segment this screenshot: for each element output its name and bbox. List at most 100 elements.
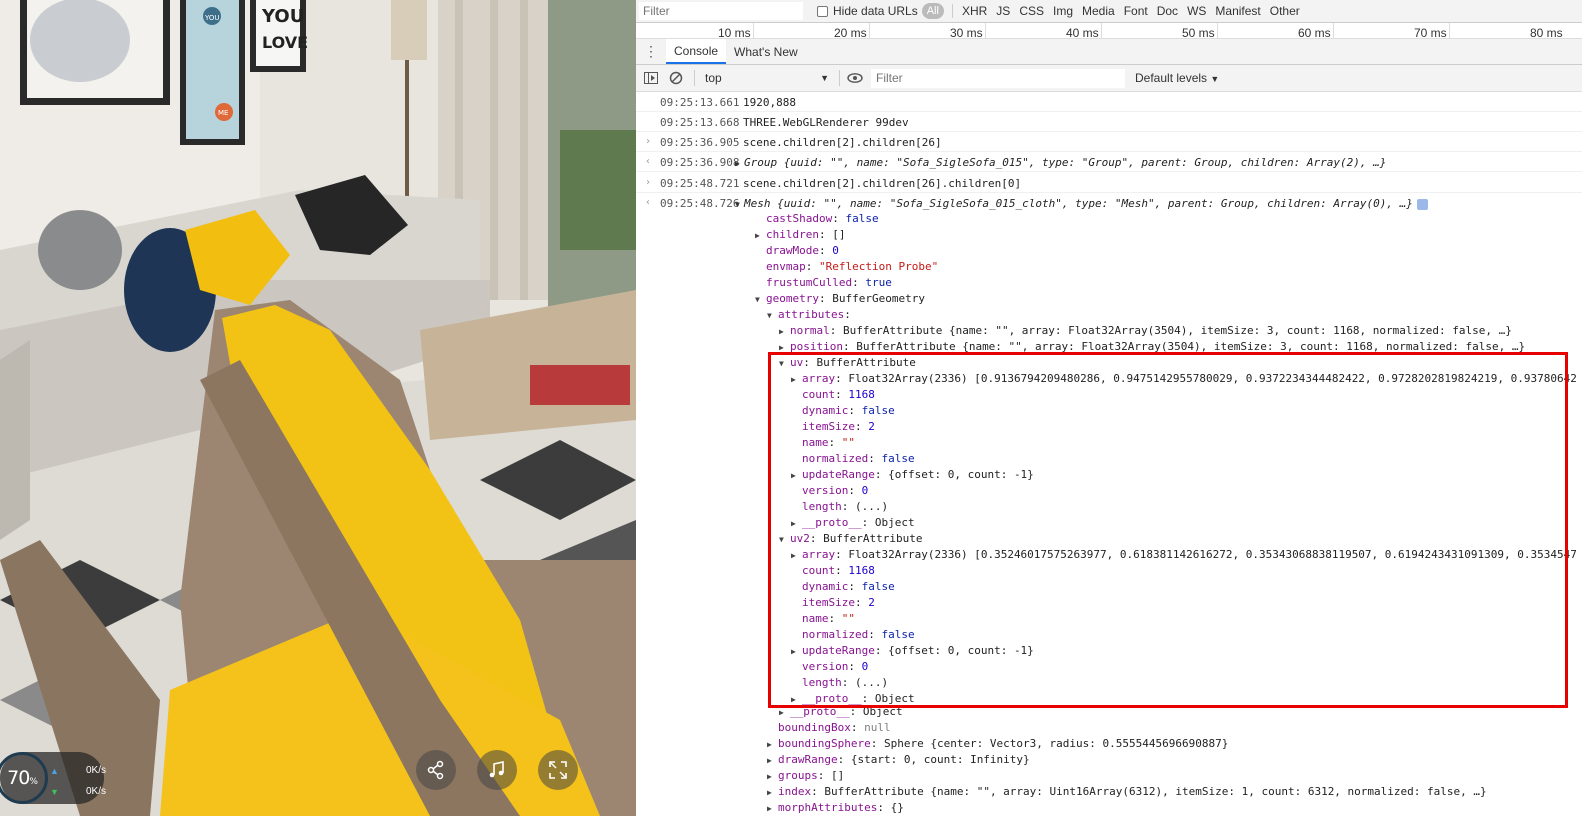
timeline-tick: 10 ms xyxy=(718,26,751,40)
clear-console-icon xyxy=(669,71,683,85)
fullscreen-button[interactable] xyxy=(538,750,578,790)
kebab-icon: ⋮ xyxy=(644,43,658,59)
timeline-gridline xyxy=(753,23,754,39)
drawer-tab-bar: ⋮ Console What's New xyxy=(636,39,1582,65)
tab-console[interactable]: Console xyxy=(666,39,727,64)
type-filter-all[interactable]: All xyxy=(921,3,944,19)
message-timestamp: 09:25:13.661 xyxy=(660,96,740,109)
type-filter-media[interactable]: Media xyxy=(1082,4,1115,18)
message-text: 1920,888 xyxy=(743,96,796,109)
type-filter-js[interactable]: JS xyxy=(996,4,1010,18)
timeline-tick: 20 ms xyxy=(834,26,867,40)
collapse-triangle-icon: ▼ xyxy=(755,295,760,304)
divider xyxy=(839,70,840,86)
timeline-tick: 50 ms xyxy=(1182,26,1215,40)
type-filter-xhr[interactable]: XHR xyxy=(962,4,987,18)
type-filter-doc[interactable]: Doc xyxy=(1157,4,1178,18)
timeline-gridline xyxy=(1333,23,1334,39)
timeline-tick: 80 ms xyxy=(1530,26,1563,40)
poster-text-love: LOVE xyxy=(262,33,308,52)
dropdown-caret-icon: ▼ xyxy=(1210,74,1220,84)
message-timestamp: 09:25:48.726 xyxy=(660,197,740,210)
console-input-echo[interactable]: › 09:25:36.905 scene.children[2].childre… xyxy=(636,132,1582,152)
message-text: scene.children[2].children[26].children[… xyxy=(743,177,1022,190)
type-filter-font[interactable]: Font xyxy=(1124,4,1148,18)
message-text: scene.children[2].children[26] xyxy=(743,136,942,149)
prop-row[interactable]: ▶ drawRange: {start: 0, count: Infinity} xyxy=(767,752,1030,768)
loading-stats-panel: 70% ▲ 0K/s ▼ 0K/s xyxy=(0,752,106,804)
log-levels-dropdown[interactable]: Default levels ▼ xyxy=(1135,71,1219,85)
hide-data-urls-checkbox[interactable]: Hide data URLs xyxy=(817,4,918,18)
info-icon[interactable] xyxy=(1416,198,1428,210)
divider xyxy=(694,70,695,86)
music-button[interactable] xyxy=(477,750,517,790)
console-message[interactable]: 09:25:13.668 THREE.WebGLRenderer 99dev xyxy=(636,112,1582,132)
progress-percent: 70% xyxy=(7,767,38,789)
prop-row[interactable]: boundingBox: null xyxy=(778,720,891,736)
timeline-gridline xyxy=(1449,23,1450,39)
console-result[interactable]: ‹ 09:25:48.726 ▼ Mesh {uuid: "", name: "S… xyxy=(636,193,1582,213)
clear-console-button[interactable] xyxy=(666,68,686,88)
type-filter-css[interactable]: CSS xyxy=(1019,4,1044,18)
message-timestamp: 09:25:36.905 xyxy=(660,136,740,149)
message-text: THREE.WebGLRenderer 99dev xyxy=(743,116,909,129)
type-filter-manifest[interactable]: Manifest xyxy=(1215,4,1260,18)
prop-row[interactable]: ▶ morphAttributes: {} xyxy=(767,800,904,816)
sidebar-toggle-icon xyxy=(644,72,658,84)
expand-triangle-icon[interactable]: ▶ xyxy=(735,159,744,168)
message-timestamp: 09:25:13.668 xyxy=(660,116,740,129)
type-filter-img[interactable]: Img xyxy=(1053,4,1073,18)
network-filter-input[interactable] xyxy=(639,2,803,20)
type-filter-ws[interactable]: WS xyxy=(1187,4,1206,18)
drawer-menu-button[interactable]: ⋮ xyxy=(636,39,666,64)
download-rate: ▼ 0K/s xyxy=(50,786,106,797)
result-arrow-icon: ‹ xyxy=(645,156,652,167)
checkbox-box[interactable] xyxy=(817,5,828,17)
prop-row[interactable]: ▼ geometry: BufferGeometry xyxy=(755,291,925,307)
network-timeline-ruler[interactable]: 10 ms 20 ms 30 ms 40 ms 50 ms 60 ms 70 m… xyxy=(636,23,1582,40)
upload-arrow-icon: ▲ xyxy=(50,765,59,776)
music-note-icon xyxy=(489,761,504,778)
prop-row[interactable]: ▼ attributes: xyxy=(767,307,851,323)
message-timestamp: 09:25:48.721 xyxy=(660,177,740,190)
console-message[interactable]: 09:25:13.661 1920,888 xyxy=(636,92,1582,112)
live-expression-button[interactable] xyxy=(845,68,865,88)
prop-row[interactable]: castShadow: false xyxy=(766,211,879,227)
prop-row[interactable]: ▶ normal: BufferAttribute {name: "", arra… xyxy=(779,323,1512,339)
download-arrow-icon: ▼ xyxy=(50,786,59,797)
timeline-gridline xyxy=(1101,23,1102,39)
fish-tag-me: ME xyxy=(218,109,228,117)
context-selector[interactable]: top ▼ xyxy=(703,68,831,88)
prop-row[interactable]: ▶ index: BufferAttribute {name: "", array… xyxy=(767,784,1487,800)
prop-row[interactable]: frustumCulled: true xyxy=(766,275,892,291)
sidebar-toggle-button[interactable] xyxy=(641,68,661,88)
prop-row[interactable]: ▶ children: [] xyxy=(755,227,845,243)
prop-row[interactable]: envmap: "Reflection Probe" xyxy=(766,259,938,275)
prop-row[interactable]: drawMode: 0 xyxy=(766,243,839,259)
type-filter-other[interactable]: Other xyxy=(1270,4,1300,18)
console-toolbar: top ▼ Default levels ▼ xyxy=(636,65,1582,92)
expand-triangle-icon: ▶ xyxy=(779,327,784,336)
console-filter-input[interactable] xyxy=(871,68,1125,88)
timeline-gridline xyxy=(1217,23,1218,39)
console-input-echo[interactable]: › 09:25:48.721 scene.children[2].childre… xyxy=(636,173,1582,193)
input-prompt-icon: › xyxy=(645,136,652,147)
console-result[interactable]: ‹ 09:25:36.908 ▶ Group {uuid: "", name: "… xyxy=(636,152,1582,172)
expand-triangle-icon: ▶ xyxy=(767,740,772,749)
share-button[interactable] xyxy=(416,750,456,790)
collapse-triangle-icon: ▼ xyxy=(767,311,772,320)
scene-viewport[interactable]: YOU LOVE YOU ME 70% ▲ 0K/s ▼ 0K/s xyxy=(0,0,636,816)
prop-row[interactable]: ▶ groups: [] xyxy=(767,768,844,784)
fish-tag-you: YOU xyxy=(204,14,220,22)
dropdown-caret-icon: ▼ xyxy=(820,73,829,83)
tab-whats-new[interactable]: What's New xyxy=(726,39,806,64)
upload-rate: ▲ 0K/s xyxy=(50,765,106,776)
input-prompt-icon: › xyxy=(645,177,652,188)
timeline-gridline xyxy=(869,23,870,39)
timeline-tick: 60 ms xyxy=(1298,26,1331,40)
timeline-tick: 70 ms xyxy=(1414,26,1447,40)
collapse-triangle-icon[interactable]: ▼ xyxy=(735,200,744,209)
progress-ring: 70% xyxy=(0,752,48,804)
prop-row[interactable]: ▶ boundingSphere: Sphere {center: Vector3… xyxy=(767,736,1228,752)
fullscreen-icon xyxy=(549,761,567,779)
